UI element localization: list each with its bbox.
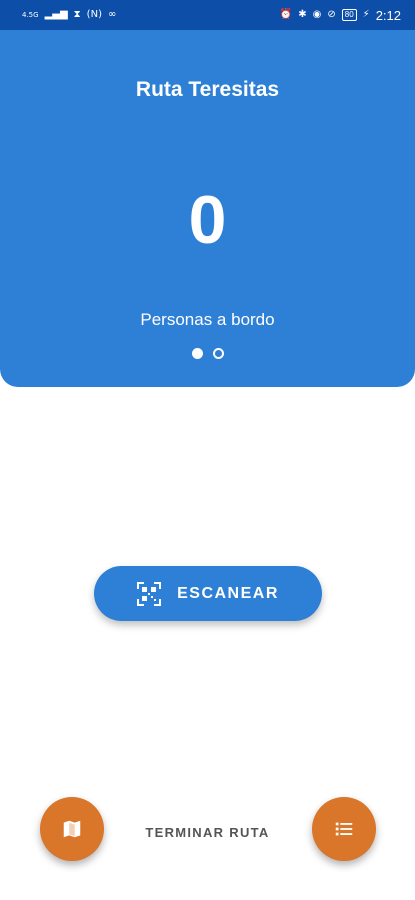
- qr-code-scanner-icon: [137, 581, 162, 606]
- map-icon: [63, 820, 81, 838]
- bluetooth-icon: ✱: [298, 9, 307, 20]
- route-title: Ruta Teresitas: [135, 78, 280, 101]
- network-type-label: 4.5G: [22, 10, 39, 19]
- nfc-icon: (N): [86, 9, 102, 20]
- notifications-off-icon: ⊘: [327, 9, 336, 20]
- location-icon: ◉: [312, 9, 322, 20]
- map-button[interactable]: [40, 797, 104, 861]
- voicemail-icon: ∞: [107, 9, 117, 20]
- scan-button-label: ESCANEAR: [177, 584, 279, 602]
- passenger-count: 0: [188, 182, 227, 258]
- hourglass-icon: ⧗: [73, 9, 81, 20]
- signal-icon: ▂▄▆: [44, 9, 68, 20]
- passenger-count-label: Personas a bordo: [140, 310, 275, 329]
- charging-icon: ⚡: [362, 9, 370, 20]
- page-dot-active[interactable]: [191, 348, 203, 359]
- page-indicator: [0, 348, 415, 359]
- list-button[interactable]: [312, 797, 376, 861]
- scan-button[interactable]: ESCANEAR: [94, 566, 322, 621]
- list-icon: [335, 822, 353, 836]
- alarm-icon: ⏰: [279, 9, 293, 20]
- battery-icon: 80: [341, 9, 357, 21]
- status-bar-right: ⏰ ✱ ◉ ⊘ 80 ⚡ 2:12: [280, 8, 401, 23]
- route-header-card[interactable]: Ruta Teresitas 0 Personas a bordo: [0, 30, 415, 387]
- status-bar-left: 4.5G ▂▄▆ ⧗ (N) ∞: [22, 10, 116, 20]
- page-dot[interactable]: [212, 348, 224, 359]
- clock: 2:12: [375, 7, 401, 23]
- status-bar: 4.5G ▂▄▆ ⧗ (N) ∞ ⏰ ✱ ◉ ⊘ 80 ⚡ 2:12: [0, 0, 415, 30]
- end-route-button[interactable]: TERMINAR RUTA: [130, 825, 285, 840]
- nfc-label: N: [90, 9, 99, 20]
